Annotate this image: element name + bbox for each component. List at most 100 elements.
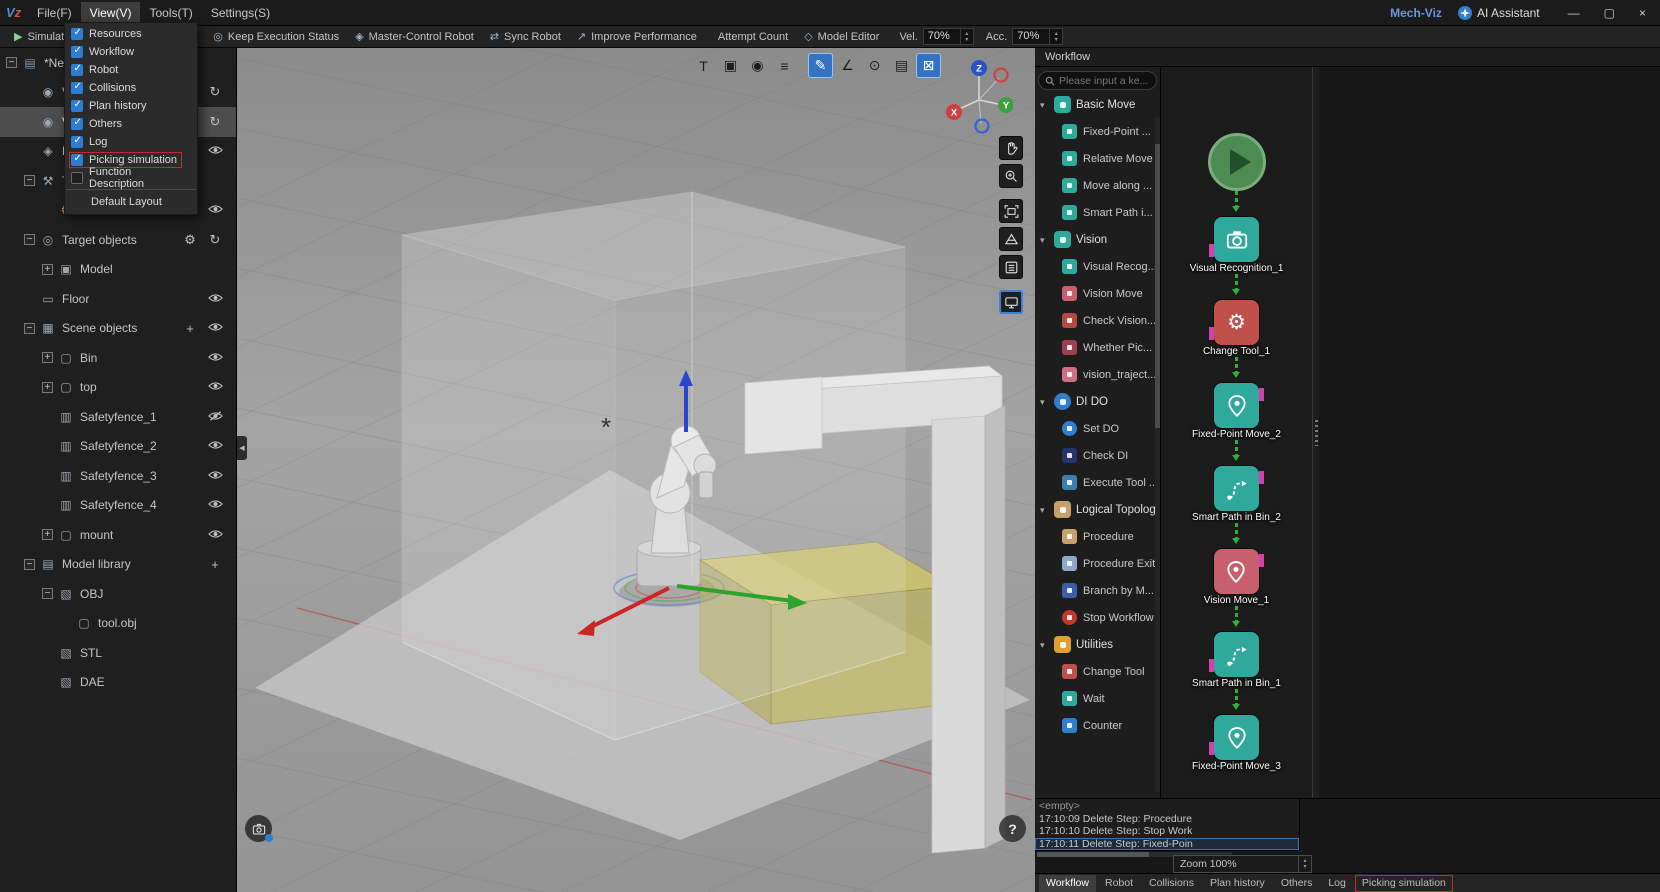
expander-icon[interactable]	[42, 587, 53, 600]
workflow-node[interactable]: Fixed-Point Move_2	[1192, 357, 1281, 440]
view-menu-item[interactable]: Workflow	[65, 43, 197, 61]
menu-item[interactable]: Tools(T)	[140, 2, 201, 24]
toolbar-button[interactable]: ↗ Improve Performance	[569, 28, 705, 45]
checkbox-icon[interactable]	[71, 81, 83, 94]
default-layout-item[interactable]: Default Layout	[65, 192, 197, 212]
bottom-tab[interactable]: Robot	[1098, 875, 1140, 892]
trajectory-point-button[interactable]: ⊙	[863, 54, 886, 77]
row-action[interactable]	[207, 498, 223, 512]
node-port[interactable]	[1258, 554, 1264, 567]
fit-view-button[interactable]	[999, 199, 1023, 223]
workflow-node[interactable]: Vision Move_1	[1204, 523, 1269, 606]
row-action[interactable]	[207, 439, 223, 453]
velocity-input[interactable]: 70%	[922, 28, 974, 45]
library-step-item[interactable]: Vision Move	[1035, 280, 1160, 307]
zoom-tool-button[interactable]	[999, 164, 1023, 188]
node-icon[interactable]	[1209, 715, 1259, 760]
expander-icon[interactable]	[42, 263, 53, 276]
library-group-header[interactable]: DI DO	[1035, 388, 1160, 415]
close-button[interactable]: ×	[1627, 4, 1658, 22]
expander-icon[interactable]	[24, 558, 35, 571]
workflow-node[interactable]: Fixed-Point Move_3	[1192, 689, 1281, 772]
tree-row[interactable]: ▢ Bin	[0, 343, 236, 373]
row-action[interactable]: ↻	[207, 84, 223, 100]
node-port[interactable]	[1209, 742, 1214, 755]
expander-icon[interactable]	[24, 233, 35, 246]
orientation-gizmo[interactable]: Z Y X	[943, 56, 1013, 134]
log-row[interactable]: 17:10:11 Delete Step: Fixed-Poin	[1035, 837, 1299, 850]
expander-icon[interactable]	[24, 174, 35, 187]
checkbox-icon[interactable]	[71, 117, 83, 130]
view-menu-item[interactable]: Function Description	[65, 166, 197, 190]
scene-3d[interactable]: *	[237, 48, 1035, 892]
library-step-item[interactable]: Set DO	[1035, 415, 1160, 442]
menu-item[interactable]: File(F)	[28, 2, 81, 24]
library-step-item[interactable]: Check Vision...	[1035, 307, 1160, 334]
tree-row[interactable]: ▥ Safetyfence_1	[0, 402, 236, 432]
library-group-header[interactable]: Utilities	[1035, 631, 1160, 658]
library-search-input[interactable]	[1059, 74, 1150, 87]
node-port[interactable]	[1259, 388, 1264, 401]
acceleration-input[interactable]: 70%	[1012, 28, 1064, 45]
tree-row[interactable]: ▧ STL	[0, 638, 236, 668]
row-action[interactable]	[207, 380, 223, 394]
view-menu-item[interactable]: Collisions	[65, 79, 197, 97]
checkbox-icon[interactable]	[71, 135, 83, 148]
tree-row[interactable]: ▢ top	[0, 373, 236, 403]
bottom-tab[interactable]: Others	[1274, 875, 1320, 892]
workflow-node[interactable]: Smart Path in Bin_2	[1192, 440, 1281, 523]
toolbar-button[interactable]: ◇ Model Editor	[796, 28, 887, 45]
panel-splitter[interactable]	[1313, 67, 1319, 798]
library-group-header[interactable]: Vision	[1035, 226, 1160, 253]
visibility-button[interactable]: ◉	[746, 54, 769, 77]
bottom-tab[interactable]: Plan history	[1203, 875, 1272, 892]
log-row[interactable]: 17:10:10 Delete Step: Stop Work	[1035, 825, 1299, 838]
library-step-item[interactable]: Procedure Exit	[1035, 550, 1160, 577]
node-icon[interactable]	[1213, 549, 1264, 594]
library-step-item[interactable]: Branch by M...	[1035, 577, 1160, 604]
toolbar-button[interactable]: Attempt Count	[705, 29, 796, 45]
library-step-item[interactable]: Smart Path i...	[1035, 199, 1160, 226]
tree-row[interactable]: ▥ Safetyfence_3	[0, 461, 236, 491]
library-group-header[interactable]: Basic Move	[1035, 91, 1160, 118]
menu-item[interactable]: Settings(S)	[202, 2, 279, 24]
view-menu-item[interactable]: Plan history	[65, 97, 197, 115]
expander-icon[interactable]	[42, 381, 53, 394]
notes-button[interactable]: ▤	[890, 54, 913, 77]
tree-row[interactable]: ▤ Model library +	[0, 550, 236, 580]
workflow-node[interactable]: ⚙ Change Tool_1	[1203, 274, 1270, 357]
expander-icon[interactable]	[42, 528, 53, 541]
workflow-node[interactable]: Smart Path in Bin_1	[1192, 606, 1281, 689]
view-menu-item[interactable]: Resources	[65, 25, 197, 43]
zoom-control[interactable]: Zoom 100%	[1173, 855, 1312, 873]
library-step-item[interactable]: vision_traject...	[1035, 361, 1160, 388]
ai-assistant-button[interactable]: AI Assistant	[1457, 5, 1540, 20]
view-menu-item[interactable]: Log	[65, 133, 197, 151]
library-step-item[interactable]: Counter	[1035, 712, 1160, 739]
start-node[interactable]	[1207, 133, 1266, 191]
view-menu-item[interactable]: Robot	[65, 61, 197, 79]
library-step-item[interactable]: Check DI	[1035, 442, 1160, 469]
scrollbar-vertical[interactable]	[1155, 117, 1160, 792]
row-action[interactable]	[207, 144, 223, 158]
spinner-arrows-icon[interactable]	[959, 29, 973, 44]
library-step-item[interactable]: Change Tool	[1035, 658, 1160, 685]
tree-row[interactable]: ▥ Safetyfence_4	[0, 491, 236, 521]
view-menu-item[interactable]: Others	[65, 115, 197, 133]
row-action[interactable]	[207, 528, 223, 542]
bottom-tab[interactable]: Collisions	[1142, 875, 1201, 892]
library-step-item[interactable]: Move along ...	[1035, 172, 1160, 199]
checkbox-icon[interactable]	[71, 172, 83, 184]
library-step-item[interactable]: Visual Recog...	[1035, 253, 1160, 280]
toolbar-button[interactable]: ⇄ Sync Robot	[482, 28, 569, 45]
x-neg-handle[interactable]	[993, 67, 1009, 83]
checkbox-icon[interactable]	[71, 45, 83, 58]
node-port[interactable]	[1259, 471, 1264, 484]
bottom-tab[interactable]: Picking simulation	[1354, 874, 1453, 892]
tree-row[interactable]: ▧ OBJ	[0, 579, 236, 609]
bottom-tab[interactable]: Log	[1321, 875, 1353, 892]
text-annotate-button[interactable]: T	[692, 54, 715, 77]
help-button[interactable]: ?	[999, 815, 1026, 842]
library-step-item[interactable]: Fixed-Point ...	[1035, 118, 1160, 145]
row-action[interactable]	[207, 351, 223, 365]
